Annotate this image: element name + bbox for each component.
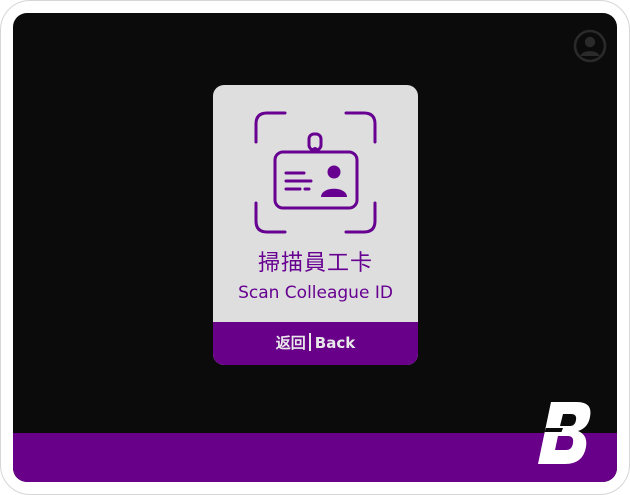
kiosk-screen: 掃描員工卡 Scan Colleague ID 返回 Back — [13, 13, 617, 482]
id-badge-scan-icon — [254, 111, 377, 234]
bottom-bar — [13, 433, 617, 482]
device-frame: 掃描員工卡 Scan Colleague ID 返回 Back — [0, 0, 630, 495]
back-button[interactable]: 返回 Back — [213, 322, 418, 365]
profile-button[interactable] — [573, 29, 607, 63]
scan-id-card[interactable]: 掃描員工卡 Scan Colleague ID 返回 Back — [213, 85, 418, 365]
card-title-chinese: 掃描員工卡 — [257, 251, 373, 276]
label-divider — [308, 333, 311, 351]
card-title-english: Scan Colleague ID — [238, 283, 393, 303]
back-label-chinese: 返回 — [275, 334, 306, 352]
back-label-english: Back — [314, 334, 356, 352]
brand-b-logo-icon — [538, 402, 591, 464]
user-circle-icon — [573, 29, 607, 63]
